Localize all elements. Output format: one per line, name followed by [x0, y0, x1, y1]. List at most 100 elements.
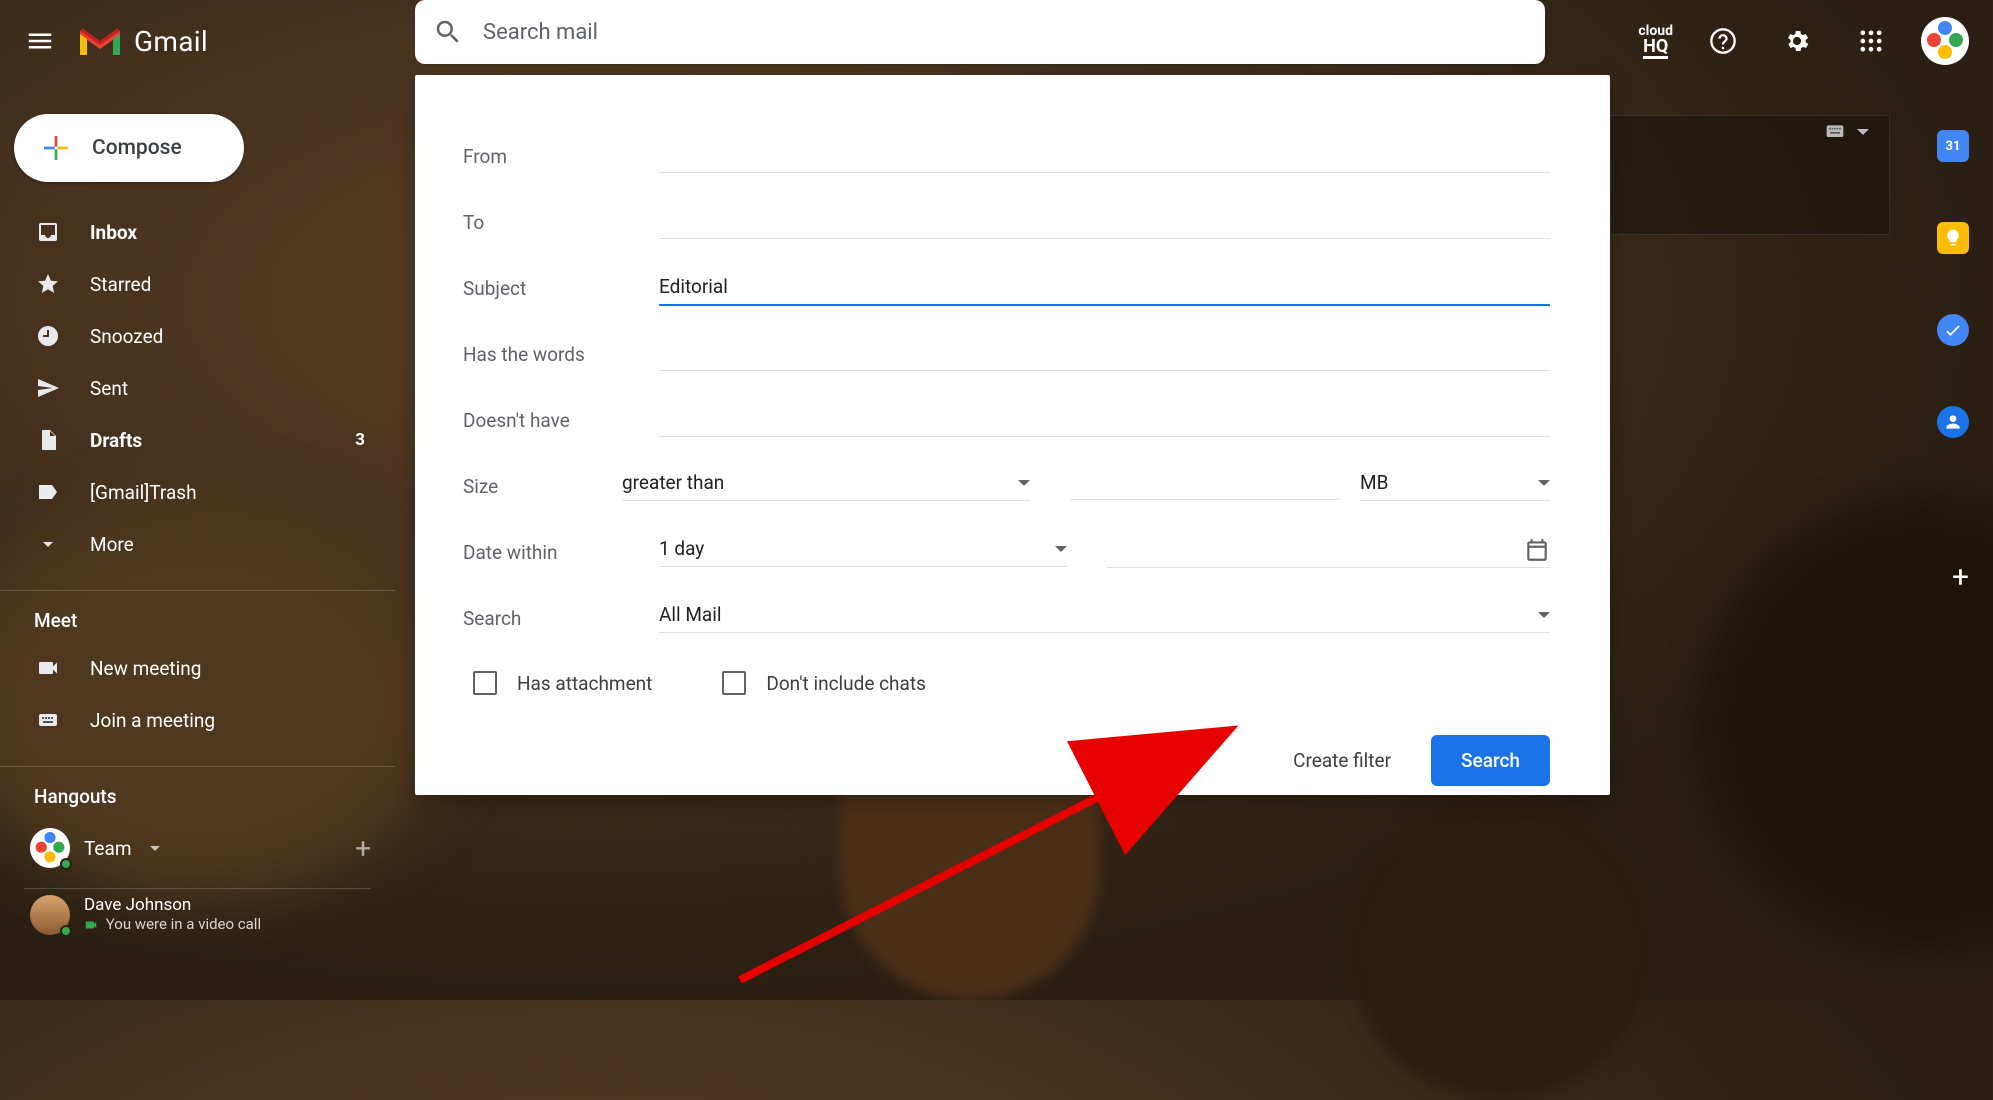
- sidebar-item-drafts[interactable]: Drafts 3: [0, 414, 395, 466]
- subject-label: Subject: [463, 277, 659, 300]
- date-within-value: 1 day: [659, 537, 704, 560]
- cloudhq-text-bottom: HQ: [1643, 38, 1668, 59]
- sidebar-item-starred[interactable]: Starred: [0, 258, 395, 310]
- add-addon-button[interactable]: +: [1952, 560, 1969, 595]
- hangouts-user-row[interactable]: Dave Johnson You were in a video call: [0, 889, 395, 941]
- search-input[interactable]: [481, 19, 1527, 46]
- sidebar-label-drafts: Drafts: [90, 429, 142, 452]
- bg-blob: [1350, 800, 1650, 1100]
- clock-icon: [36, 324, 60, 348]
- person-icon: [1943, 412, 1963, 432]
- chevron-down-icon: [36, 532, 60, 556]
- main-menu-button[interactable]: [10, 11, 70, 71]
- hangouts-team-row[interactable]: Team +: [0, 818, 395, 878]
- keyboard-icon: [1821, 122, 1849, 142]
- search-in-select[interactable]: All Mail: [659, 603, 1550, 633]
- calendar-day-number: 31: [1946, 139, 1961, 154]
- sent-icon: [36, 376, 60, 400]
- sidebar-item-trash[interactable]: [Gmail]Trash: [0, 466, 395, 518]
- has-attachment-checkbox[interactable]: Has attachment: [473, 671, 652, 695]
- star-icon: [36, 272, 60, 296]
- side-rail: 31: [1913, 100, 1993, 438]
- from-input[interactable]: [659, 139, 1550, 173]
- dont-include-chats-checkbox[interactable]: Don't include chats: [722, 671, 926, 695]
- join-meeting-button[interactable]: Join a meeting: [0, 694, 395, 746]
- avatar-icon: [1925, 21, 1965, 61]
- to-label: To: [463, 211, 659, 234]
- new-meeting-label: New meeting: [90, 657, 201, 680]
- search-button[interactable]: Search: [1431, 735, 1550, 786]
- presence-dot: [60, 858, 72, 870]
- new-hangout-button[interactable]: +: [355, 832, 371, 865]
- label-icon: [36, 480, 60, 504]
- help-icon: [1709, 27, 1737, 55]
- has-words-input[interactable]: [659, 337, 1550, 371]
- gear-icon: [1783, 27, 1811, 55]
- user-status: You were in a video call: [84, 915, 261, 933]
- drafts-count: 3: [355, 430, 365, 450]
- doesnt-have-input[interactable]: [659, 403, 1550, 437]
- meet-section-label: Meet: [0, 590, 395, 642]
- compose-button[interactable]: Compose: [14, 114, 244, 182]
- plus-icon: [40, 132, 72, 164]
- file-icon: [36, 428, 60, 452]
- user-avatar: [30, 895, 70, 935]
- new-meeting-button[interactable]: New meeting: [0, 642, 395, 694]
- calendar-addon[interactable]: 31: [1937, 130, 1969, 162]
- search-in-label: Search: [463, 607, 659, 630]
- chevron-down-icon: [1538, 480, 1550, 486]
- size-operator-value: greater than: [622, 471, 724, 494]
- contacts-addon[interactable]: [1937, 406, 1969, 438]
- tasks-icon: [1943, 320, 1963, 340]
- create-filter-button[interactable]: Create filter: [1293, 749, 1391, 772]
- search-icon: [433, 17, 463, 47]
- search-bar[interactable]: [415, 0, 1545, 64]
- from-label: From: [463, 145, 659, 168]
- sidebar-label-more: More: [90, 533, 134, 556]
- chevron-down-icon: [1857, 129, 1869, 135]
- size-operator-select[interactable]: greater than: [622, 471, 1030, 501]
- hamburger-icon: [25, 26, 55, 56]
- sidebar-item-inbox[interactable]: Inbox: [0, 206, 395, 258]
- keep-icon: [1943, 228, 1963, 248]
- has-attachment-label: Has attachment: [517, 672, 652, 695]
- mail-toolbar-placeholder: [1610, 115, 1890, 235]
- account-avatar[interactable]: [1921, 17, 1969, 65]
- chevron-down-icon: [1018, 480, 1030, 486]
- subject-input[interactable]: [659, 271, 1550, 306]
- chevron-down-icon: [1538, 612, 1550, 618]
- user-status-text: You were in a video call: [106, 915, 261, 933]
- sidebar-item-sent[interactable]: Sent: [0, 362, 395, 414]
- inbox-icon: [36, 220, 60, 244]
- date-within-select[interactable]: 1 day: [659, 537, 1067, 567]
- date-picker-input[interactable]: [1107, 537, 1550, 568]
- size-label: Size: [463, 475, 622, 498]
- apps-grid-icon: [1857, 27, 1885, 55]
- support-button[interactable]: [1699, 17, 1747, 65]
- size-value-input[interactable]: [1070, 472, 1340, 500]
- google-apps-button[interactable]: [1847, 17, 1895, 65]
- sidebar-item-snoozed[interactable]: Snoozed: [0, 310, 395, 362]
- checkbox-icon: [722, 671, 746, 695]
- gmail-logo[interactable]: Gmail: [76, 23, 208, 59]
- tasks-addon[interactable]: [1937, 314, 1969, 346]
- date-within-label: Date within: [463, 541, 659, 564]
- sidebar: Compose Inbox Starred Snoozed Sent Draft…: [0, 100, 395, 941]
- size-unit-select[interactable]: MB: [1360, 471, 1550, 501]
- to-input[interactable]: [659, 205, 1550, 239]
- cloudhq-button[interactable]: cloud HQ: [1638, 24, 1673, 59]
- keyboard-icon: [36, 708, 60, 732]
- calendar-icon: [1524, 537, 1550, 563]
- team-avatar: [30, 828, 70, 868]
- input-tool-selector[interactable]: [1821, 122, 1869, 142]
- sidebar-item-more[interactable]: More: [0, 518, 395, 570]
- chevron-down-icon: [1055, 546, 1067, 552]
- compose-label: Compose: [92, 136, 182, 160]
- sidebar-label-sent: Sent: [90, 377, 128, 400]
- keep-addon[interactable]: [1937, 222, 1969, 254]
- search-filter-panel: From To Subject Has the words Doesn't ha…: [415, 75, 1610, 795]
- gmail-m-icon: [76, 23, 124, 59]
- sidebar-label-trash: [Gmail]Trash: [90, 481, 197, 504]
- settings-button[interactable]: [1773, 17, 1821, 65]
- chevron-down-icon: [150, 846, 160, 851]
